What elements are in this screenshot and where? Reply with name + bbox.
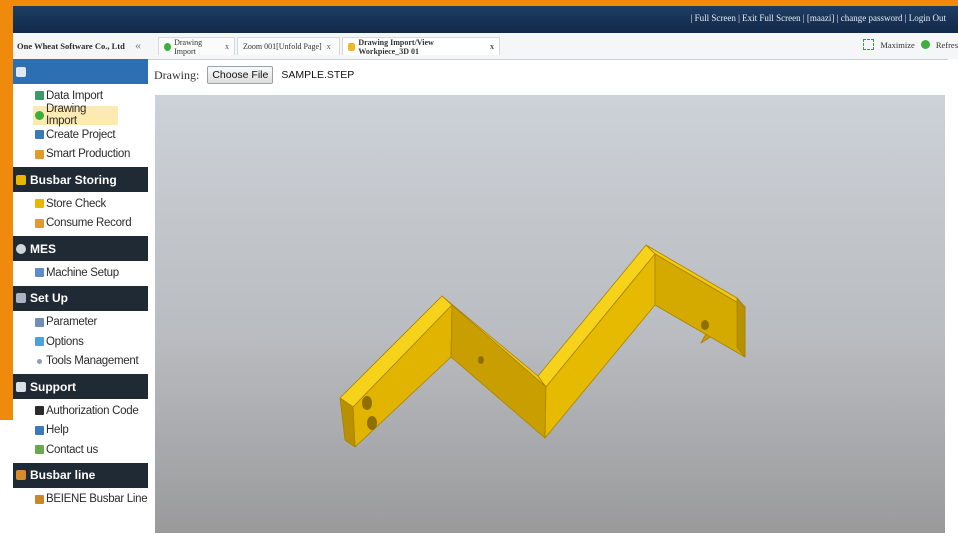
- close-icon[interactable]: x: [490, 42, 494, 51]
- key-icon: [35, 406, 44, 416]
- drawing-file-row: Drawing: Choose File SAMPLE.STEP: [154, 66, 354, 84]
- orange-frame-left: [0, 0, 13, 420]
- refresh-icon: [920, 40, 930, 49]
- file-name: SAMPLE.STEP: [281, 69, 355, 81]
- sidebar-item-contact-us[interactable]: Contact us: [13, 440, 148, 460]
- drawing-label: Drawing:: [154, 67, 200, 82]
- mount-hole: [367, 416, 377, 430]
- maximize-icon: [863, 39, 875, 50]
- sidebar-item-label: Store Check: [46, 197, 106, 210]
- table-icon: [35, 91, 44, 101]
- sidebar-item-smart-production[interactable]: Smart Production: [13, 145, 148, 165]
- sidebar-item-drawing-import[interactable]: Drawing Import: [33, 103, 118, 128]
- sidebar-item-help[interactable]: Help: [13, 421, 148, 441]
- busbar-line-icon: [16, 470, 26, 480]
- sidebar-section-main[interactable]: [13, 59, 148, 84]
- 3d-viewer[interactable]: [155, 95, 945, 533]
- sidebar-item-label: Options: [46, 335, 84, 348]
- tab-label: Drawing Import/View Workpiece_3D 01: [358, 37, 434, 56]
- section-title: Support: [30, 379, 76, 394]
- setup-icon: [16, 293, 26, 303]
- sidebar-item-authorization-code[interactable]: Authorization Code: [13, 401, 148, 421]
- tab-drawing-import[interactable]: Drawing Import x: [158, 37, 235, 56]
- sidebar-item-label: Parameter: [46, 316, 97, 329]
- close-icon[interactable]: x: [327, 42, 331, 51]
- busbar-front-face-4: [654, 253, 746, 358]
- sidebar-item-beiene-busbar-line[interactable]: BEIENE Busbar Line: [13, 490, 148, 510]
- main-content: Drawing: Choose File SAMPLE.STEP: [148, 60, 958, 555]
- section-title: MES: [30, 241, 57, 256]
- tabs-bar: One Wheat Software Co., Ltd « Drawing Im…: [13, 33, 958, 60]
- maximize-button[interactable]: Maximize: [880, 40, 914, 50]
- sidebar-item-label: Drawing Import: [46, 103, 87, 128]
- right-tools: Maximize Refres: [863, 39, 958, 50]
- sidebar-item-label: Create Project: [46, 128, 116, 141]
- company-name: One Wheat Software Co., Ltd: [17, 41, 125, 51]
- sidebar-item-create-project[interactable]: Create Project: [13, 125, 148, 145]
- sidebar-section-set-up[interactable]: Set Up: [13, 285, 148, 311]
- sidebar-item-parameter[interactable]: Parameter: [13, 313, 148, 333]
- sidebar: Data Import Drawing Import Create Projec…: [13, 59, 149, 555]
- busbar-front-face-3: [544, 253, 656, 439]
- bullet-icon: [37, 358, 42, 364]
- sidebar-section-busbar-storing[interactable]: Busbar Storing: [13, 167, 148, 192]
- drawing-import-icon: [164, 42, 172, 51]
- busbar-3d-model: [339, 244, 746, 448]
- help-icon: [35, 425, 44, 435]
- sidebar-item-label: Tools Management: [46, 355, 139, 368]
- sidebar-section-support[interactable]: Support: [13, 374, 148, 399]
- busbar-end-face-right-side: [736, 297, 746, 358]
- sidebar-item-label: Contact us: [46, 443, 98, 456]
- tab-label: Zoom 001[Unfold Page]: [243, 42, 322, 51]
- sidebar-item-label: Consume Record: [46, 217, 132, 230]
- mes-icon: [16, 243, 26, 254]
- support-icon: [16, 381, 26, 392]
- machine-icon: [35, 268, 44, 278]
- header-links[interactable]: | Full Screen | Exit Full Screen | [maaz…: [691, 13, 946, 23]
- sidebar-section-busbar-line[interactable]: Busbar line: [13, 462, 148, 488]
- sidebar-item-label: Help: [46, 424, 69, 437]
- tab-zoom[interactable]: Zoom 001[Unfold Page] x: [237, 37, 340, 55]
- section-title: Busbar Storing: [30, 172, 117, 187]
- drawing-import-icon: [35, 110, 44, 120]
- mount-hole: [478, 356, 484, 364]
- section-title: Set Up: [30, 291, 69, 305]
- sidebar-item-label: Data Import: [46, 89, 103, 102]
- store-icon: [35, 199, 44, 209]
- parameter-icon: [35, 317, 44, 327]
- sidebar-item-store-check[interactable]: Store Check: [13, 194, 148, 214]
- menu-icon: [16, 66, 26, 77]
- sidebar-item-label: BEIENE Busbar Line: [46, 493, 148, 506]
- mount-hole: [701, 320, 709, 330]
- section-title: Busbar line: [30, 468, 96, 482]
- tab-label: Drawing Import: [174, 37, 203, 56]
- contact-icon: [35, 445, 44, 455]
- options-icon: [35, 337, 44, 347]
- project-icon: [35, 130, 44, 140]
- right-edge: [948, 59, 958, 555]
- workpiece-icon: [348, 42, 356, 51]
- tab-workpiece-3d[interactable]: Drawing Import/View Workpiece_3D 01 x: [342, 37, 500, 56]
- sidebar-section-mes[interactable]: MES: [13, 236, 148, 261]
- record-icon: [35, 218, 44, 228]
- collapse-sidebar-icon[interactable]: «: [135, 38, 141, 53]
- storing-icon: [16, 174, 26, 185]
- refresh-button[interactable]: Refres: [936, 40, 958, 50]
- sidebar-item-machine-setup[interactable]: Machine Setup: [13, 263, 148, 283]
- mount-hole: [362, 396, 372, 410]
- sidebar-item-tools-management[interactable]: Tools Management: [13, 352, 148, 372]
- sidebar-item-options[interactable]: Options: [13, 332, 148, 352]
- sidebar-item-consume-record[interactable]: Consume Record: [13, 214, 148, 234]
- sidebar-item-label: Smart Production: [46, 148, 131, 161]
- close-icon[interactable]: x: [225, 42, 229, 51]
- line-icon: [35, 494, 44, 504]
- choose-file-button[interactable]: Choose File: [207, 66, 274, 84]
- sidebar-item-label: Authorization Code: [46, 404, 139, 417]
- production-icon: [35, 149, 44, 159]
- top-bar: | Full Screen | Exit Full Screen | [maaz…: [13, 6, 958, 33]
- sidebar-item-label: Machine Setup: [46, 266, 119, 279]
